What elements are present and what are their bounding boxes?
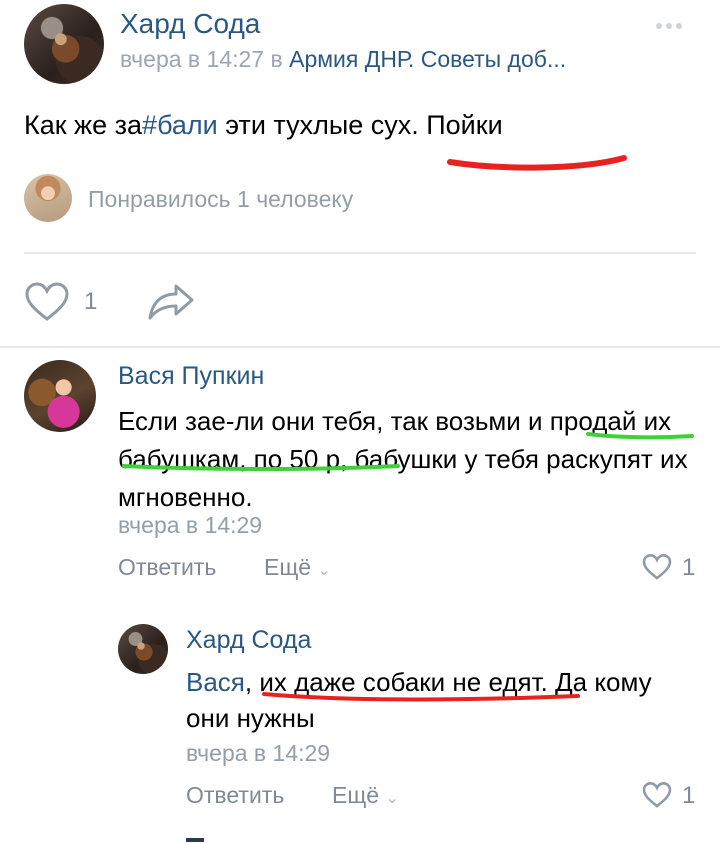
- reply-like-count: 1: [682, 782, 696, 809]
- post-text-before: Как же за: [24, 110, 143, 140]
- red-underline-mark: [447, 155, 627, 171]
- chevron-down-icon: ⌄: [385, 790, 399, 807]
- actions-divider: [0, 346, 720, 348]
- post-like-count: 1: [84, 288, 98, 315]
- share-icon[interactable]: [146, 282, 196, 322]
- like-heart-icon[interactable]: [24, 282, 70, 322]
- comment-like-heart-icon[interactable]: [642, 554, 672, 580]
- more-label: Ещё: [264, 554, 312, 580]
- more-button[interactable]: Ещё ⌄: [264, 554, 331, 581]
- green-underline-mark-2: [122, 464, 400, 471]
- post-time: вчера в 14:27 в: [120, 46, 283, 72]
- post-author-name[interactable]: Хард Сода: [120, 8, 260, 40]
- more-options-icon[interactable]: [656, 16, 686, 34]
- reply-time: вчера в 14:29: [186, 740, 331, 766]
- reply-reply-button[interactable]: Ответить: [186, 782, 284, 809]
- post-hashtag[interactable]: #бали: [142, 110, 218, 140]
- post-text-after: эти тухлые сух. Пойки: [217, 110, 503, 140]
- likes-summary[interactable]: Понравилось 1 человеку: [88, 186, 353, 213]
- comment-like-count: 1: [682, 554, 696, 581]
- post-meta: вчера в 14:27 в Армия ДНР. Советы доб...: [120, 46, 566, 73]
- post-text: Как же за#бали эти тухлые сух. Пойки: [24, 108, 503, 142]
- reply-author-name[interactable]: Хард Сода: [186, 626, 311, 655]
- red-underline-mark-2: [262, 692, 580, 702]
- reply-more-label: Ещё: [332, 782, 380, 808]
- chevron-down-icon: ⌄: [317, 562, 331, 579]
- reply-button[interactable]: Ответить: [118, 554, 216, 581]
- liker-avatar[interactable]: [24, 174, 72, 222]
- next-item-edge: [186, 838, 204, 842]
- reply-author-avatar[interactable]: [118, 624, 168, 674]
- comment-author-avatar[interactable]: [24, 360, 96, 432]
- comment-author-name[interactable]: Вася Пупкин: [118, 362, 264, 391]
- post-divider: [24, 252, 696, 254]
- green-underline-mark: [586, 432, 694, 440]
- comment-time: вчера в 14:29: [118, 512, 263, 538]
- post-group-link[interactable]: Армия ДНР. Советы доб...: [289, 46, 566, 72]
- reply-mention[interactable]: Вася: [186, 667, 245, 697]
- reply-more-button[interactable]: Ещё ⌄: [332, 782, 399, 809]
- post-author-avatar[interactable]: [24, 4, 104, 84]
- reply-like-heart-icon[interactable]: [642, 782, 672, 808]
